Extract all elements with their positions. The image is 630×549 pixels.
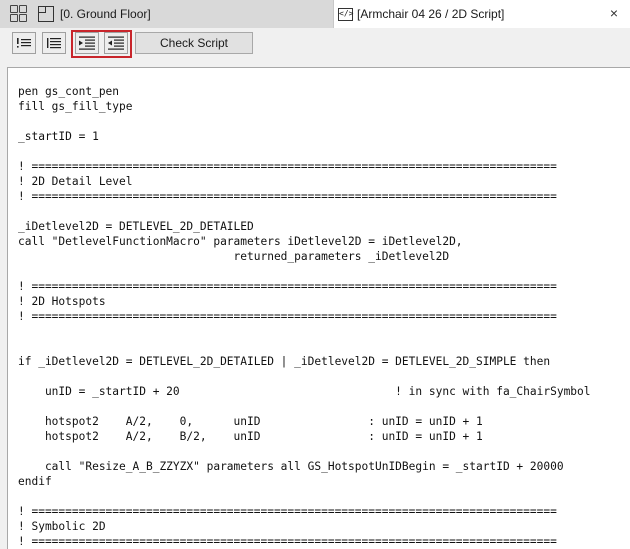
code-line[interactable]: returned_parameters _iDetlevel2D (18, 249, 591, 264)
insert-comment-button[interactable] (12, 32, 36, 54)
code-line[interactable]: _startID = 1 (18, 129, 591, 144)
tab-2d-script[interactable]: </> [Armchair 04 26 / 2D Script] × (333, 0, 630, 28)
code-line[interactable] (18, 399, 591, 414)
script-toolbar (0, 28, 630, 62)
floor-plan-icon (37, 5, 54, 22)
code-line[interactable]: ! ======================================… (18, 279, 591, 294)
code-line[interactable]: endif (18, 474, 591, 489)
script-icon: </> (338, 7, 353, 21)
code-line[interactable]: call "Resize_A_B_ZZYZX" parameters all G… (18, 459, 591, 474)
code-line[interactable] (18, 114, 591, 129)
code-line[interactable]: ! Symbolic 2D (18, 519, 591, 534)
code-line[interactable] (18, 444, 591, 459)
code-line[interactable] (18, 144, 591, 159)
code-line[interactable]: ! 2D Hotspots (18, 294, 591, 309)
code-line[interactable]: ! ======================================… (18, 159, 591, 174)
code-line[interactable]: hotspot2 A/2, B/2, unID : unID = unID + … (18, 429, 591, 444)
code-line[interactable]: ! ======================================… (18, 189, 591, 204)
code-line[interactable] (18, 489, 591, 504)
tab-label: [Armchair 04 26 / 2D Script] (357, 7, 505, 21)
code-line[interactable]: call "DetlevelFunctionMacro" parameters … (18, 234, 591, 249)
code-line[interactable]: fill gs_fill_type (18, 99, 591, 114)
tab-label: [0. Ground Floor] (60, 7, 151, 21)
align-left-button[interactable] (42, 32, 66, 54)
code-line[interactable] (18, 264, 591, 279)
code-line[interactable]: unID = _startID + 20 ! in sync with fa_C… (18, 384, 591, 399)
code-line[interactable]: if _iDetlevel2D = DETLEVEL_2D_DETAILED |… (18, 354, 591, 369)
code-line[interactable] (18, 204, 591, 219)
code-line[interactable]: _iDetlevel2D = DETLEVEL_2D_DETAILED (18, 219, 591, 234)
tab-ground-floor[interactable]: [0. Ground Floor] (0, 0, 333, 28)
check-script-button[interactable]: Check Script (135, 32, 253, 54)
code-line[interactable] (18, 339, 591, 354)
comment-lines-icon (17, 38, 31, 48)
code-line[interactable] (18, 324, 591, 339)
align-lines-icon (47, 38, 61, 49)
code-text[interactable]: pen gs_cont_pen fill gs_fill_type _startID… (18, 84, 591, 549)
grid-view-icon[interactable] (10, 5, 28, 23)
code-line[interactable]: ! ======================================… (18, 309, 591, 324)
code-line[interactable] (18, 369, 591, 384)
code-line[interactable]: ! ======================================… (18, 504, 591, 519)
code-line[interactable]: pen gs_cont_pen (18, 84, 591, 99)
tab-bar: [0. Ground Floor] </> [Armchair 04 26 / … (0, 0, 630, 28)
code-line[interactable]: ! ======================================… (18, 534, 591, 549)
code-line[interactable]: ! 2D Detail Level (18, 174, 591, 189)
close-icon[interactable]: × (610, 6, 618, 20)
indent-icon (79, 36, 95, 50)
code-editor[interactable]: pen gs_cont_pen fill gs_fill_type _startID… (7, 67, 630, 549)
indent-button[interactable] (75, 32, 99, 54)
code-line[interactable]: hotspot2 A/2, 0, unID : unID = unID + 1 (18, 414, 591, 429)
outdent-button[interactable] (104, 32, 128, 54)
outdent-icon (108, 36, 124, 50)
